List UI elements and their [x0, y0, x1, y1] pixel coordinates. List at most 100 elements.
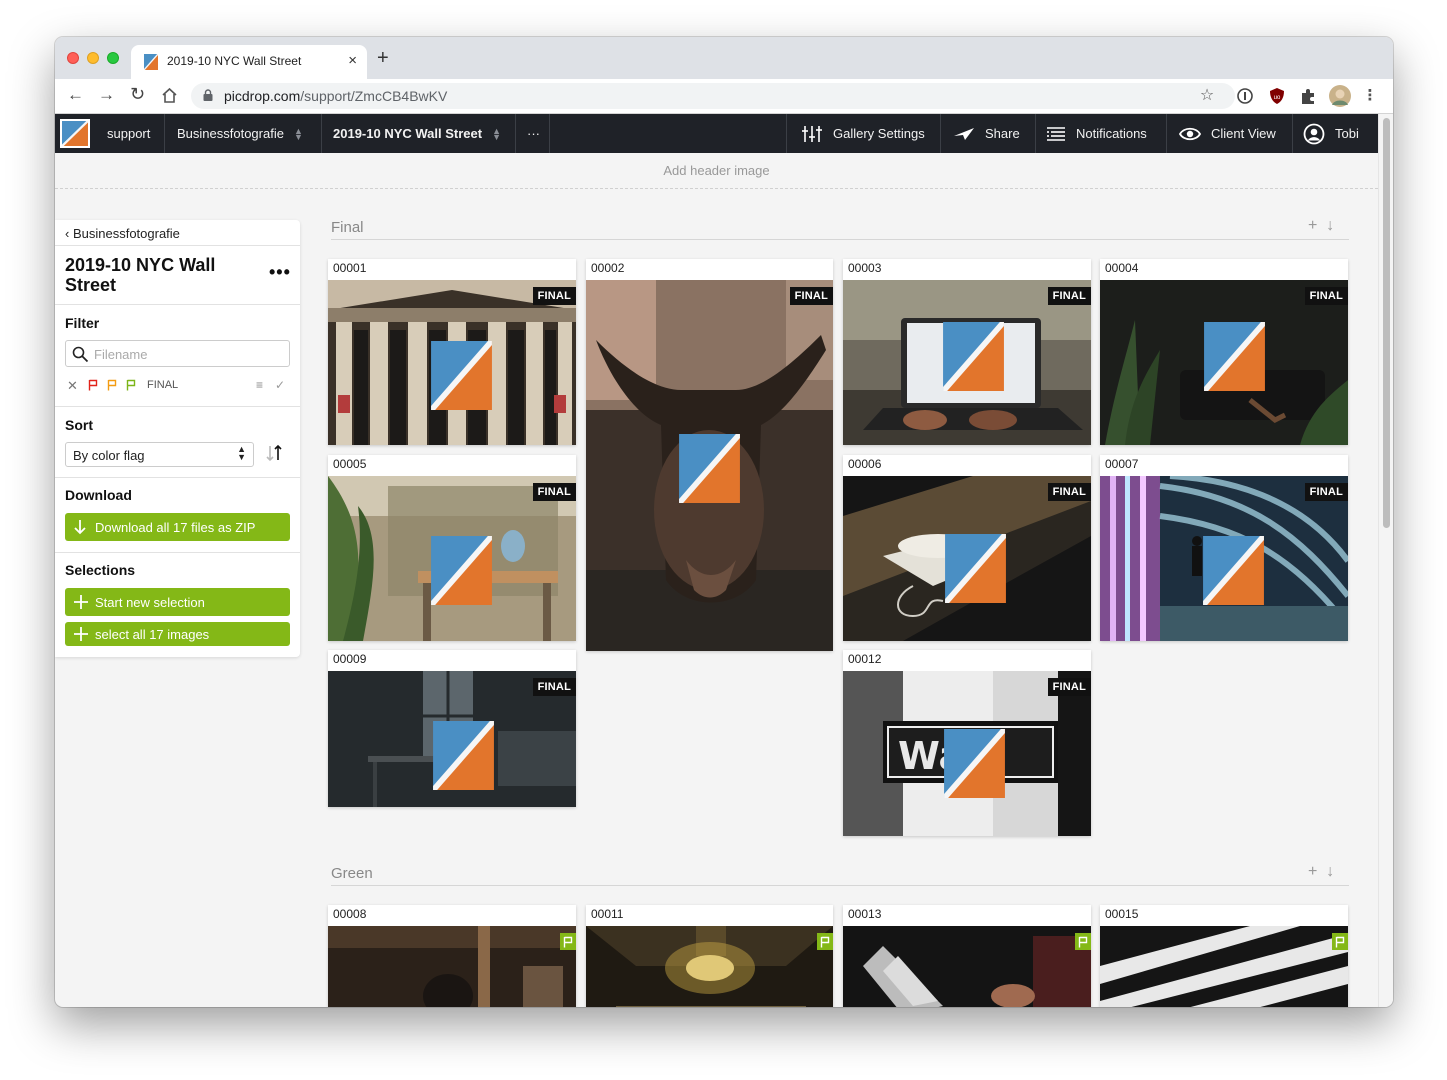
gallery-settings-button[interactable]: Gallery Settings [786, 114, 941, 153]
watermark-logo [944, 729, 1005, 798]
list-filter-icon[interactable]: ≡ [256, 378, 263, 392]
back-to-folder-link[interactable]: ‹ Businessfotografie [65, 226, 180, 241]
page-scrollbar[interactable] [1378, 114, 1393, 1007]
picdrop-logo[interactable] [60, 119, 90, 148]
green-flag-icon[interactable] [126, 379, 136, 391]
new-tab-button[interactable]: + [377, 47, 389, 70]
photo-thumbnail[interactable]: FINAL [328, 476, 576, 641]
back-arrow-icon[interactable]: ← [67, 85, 84, 105]
clear-filter-icon[interactable]: ✕ [67, 378, 78, 394]
close-window-button[interactable] [67, 52, 79, 64]
photo-thumbnail[interactable] [1100, 926, 1348, 1007]
photo-thumbnail[interactable] [328, 926, 576, 1007]
sliders-icon [802, 125, 822, 142]
minimize-window-button[interactable] [87, 52, 99, 64]
password-manager-icon[interactable] [1235, 86, 1255, 106]
filename-placeholder: Filename [94, 347, 148, 362]
browser-menu-icon[interactable]: ⋮ [1360, 86, 1380, 106]
logo-icon [62, 121, 88, 146]
gallery-selector[interactable]: 2019-10 NYC Wall Street ▲ ▼ [322, 114, 516, 153]
red-flag-icon[interactable] [88, 379, 98, 391]
photo-thumbnail[interactable] [586, 926, 833, 1007]
scrollbar-thumb[interactable] [1383, 118, 1390, 528]
url-text: picdrop.com/support/ZmcCB4BwKV [224, 88, 447, 104]
download-zip-label: Download all 17 files as ZIP [95, 520, 256, 535]
photo-card[interactable]: 00015 [1100, 905, 1348, 1007]
photo-card[interactable]: 00008 [328, 905, 576, 1007]
photo-thumbnail[interactable]: Wal FINAL [843, 671, 1091, 836]
photo-thumbnail[interactable]: FINAL [1100, 280, 1348, 445]
more-menu-button[interactable]: ··· [516, 114, 550, 153]
notifications-label: Notifications [1076, 126, 1147, 141]
photo-card[interactable]: 00004 FINAL [1100, 259, 1348, 445]
photo-thumbnail[interactable]: FINAL [328, 671, 576, 807]
forward-arrow-icon[interactable]: → [98, 85, 115, 105]
photo-filename: 00003 [848, 261, 882, 275]
gallery-label: 2019-10 NYC Wall Street [333, 126, 483, 141]
extensions-puzzle-icon[interactable] [1298, 86, 1318, 106]
sort-value: By color flag [73, 448, 145, 463]
ublock-shield-icon[interactable]: uo [1267, 86, 1287, 106]
bookmark-star-icon[interactable]: ☆ [1197, 85, 1217, 105]
section-tools: + ↓ [1308, 217, 1334, 235]
photo-card[interactable]: 00003 FINAL [843, 259, 1091, 445]
check-filter-icon[interactable]: ✓ [275, 378, 285, 392]
filename-search-input[interactable]: Filename [65, 340, 290, 367]
select-all-images-label: select all 17 images [95, 627, 210, 642]
client-view-button[interactable]: Client View [1167, 114, 1293, 153]
folder-selector[interactable]: Businessfotografie ▲ ▼ [165, 114, 322, 153]
download-section-icon[interactable]: ↓ [1326, 217, 1334, 234]
account-link[interactable]: support [95, 114, 165, 153]
browser-tab[interactable]: 2019-10 NYC Wall Street × [131, 45, 367, 79]
photo-card[interactable]: 00009 FINAL [328, 650, 576, 807]
zoom-window-button[interactable] [107, 52, 119, 64]
photo-card[interactable]: 00013 [843, 905, 1091, 1007]
select-all-images-button[interactable]: select all 17 images [65, 622, 290, 646]
notifications-button[interactable]: Notifications [1036, 114, 1167, 153]
orange-flag-icon[interactable] [107, 379, 117, 391]
photo-card[interactable]: 00007 FINAL [1100, 455, 1348, 641]
photo-filename: 00004 [1105, 261, 1139, 275]
sort-select[interactable]: By color flag ▲ ▼ [65, 442, 254, 467]
photo-card[interactable]: 00006 FINAL [843, 455, 1091, 641]
plus-icon [74, 627, 88, 641]
final-badge: FINAL [532, 678, 576, 696]
photo-thumbnail[interactable]: FINAL [843, 476, 1091, 641]
final-filter-label[interactable]: FINAL [147, 379, 178, 391]
photo-thumbnail[interactable] [843, 926, 1091, 1007]
add-header-image[interactable]: Add header image [55, 153, 1378, 189]
sort-direction-icon[interactable] [265, 444, 285, 462]
photo-filename: 00005 [333, 457, 367, 471]
download-zip-button[interactable]: Download all 17 files as ZIP [65, 513, 290, 541]
more-label: ··· [527, 126, 540, 141]
photo-thumbnail[interactable]: FINAL [1100, 476, 1348, 641]
chevron-left-icon: ‹ [65, 226, 73, 241]
photo-thumbnail[interactable]: FINAL [586, 280, 833, 651]
photo-filename: 00012 [848, 652, 882, 666]
photo-thumbnail[interactable]: FINAL [328, 280, 576, 445]
gallery-options-button[interactable]: ••• [269, 262, 291, 283]
photo-filename: 00009 [333, 652, 367, 666]
photo-thumbnail[interactable]: FINAL [843, 280, 1091, 445]
close-tab-icon[interactable]: × [348, 52, 357, 69]
profile-avatar-icon[interactable] [1328, 84, 1352, 108]
user-menu-button[interactable]: Tobi [1293, 114, 1378, 153]
photo-card[interactable]: 00001 FINAL [328, 259, 576, 445]
photo-card[interactable]: 00005 FINAL [328, 455, 576, 641]
start-new-selection-button[interactable]: Start new selection [65, 588, 290, 616]
url-path: /support/ZmcCB4BwKV [300, 88, 448, 104]
client-view-label: Client View [1211, 126, 1276, 141]
photo-card[interactable]: 00011 [586, 905, 833, 1007]
add-to-section-icon[interactable]: + [1308, 217, 1317, 234]
add-to-section-icon[interactable]: + [1308, 863, 1317, 880]
reload-icon[interactable]: ↻ [130, 84, 145, 105]
download-section-icon[interactable]: ↓ [1326, 863, 1334, 880]
share-button[interactable]: Share [941, 114, 1036, 153]
divider [55, 406, 300, 407]
address-bar[interactable]: picdrop.com/support/ZmcCB4BwKV ☆ [191, 83, 1235, 109]
photo-filename: 00008 [333, 907, 367, 921]
photo-card[interactable]: 00012 Wal FINAL [843, 650, 1091, 836]
flag-icon [820, 936, 830, 948]
home-icon[interactable] [161, 87, 178, 104]
photo-card[interactable]: 00002 FINAL [586, 259, 833, 651]
